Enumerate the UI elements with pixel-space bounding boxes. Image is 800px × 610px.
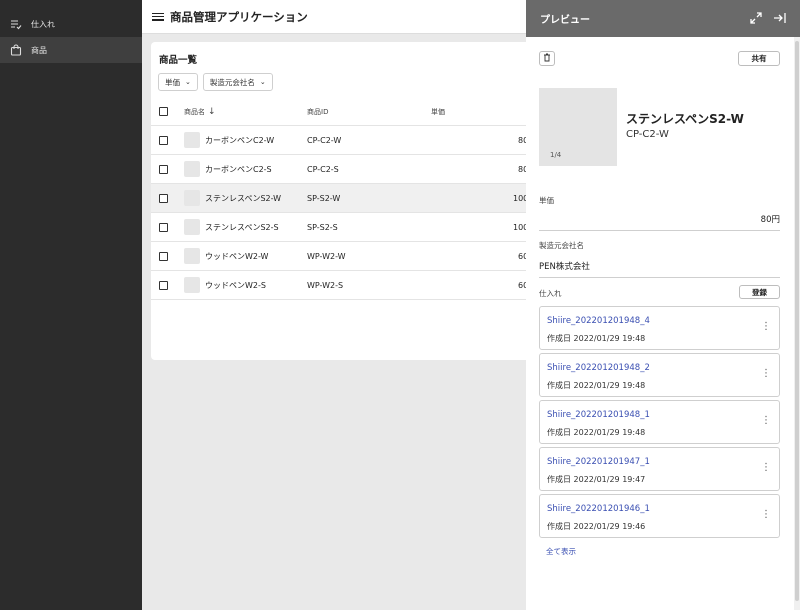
shiire-link[interactable]: Shiire_202201201948_1 (547, 410, 650, 420)
table-row[interactable]: ステンレスペンS2-S SP-S2-S 100 (151, 213, 531, 242)
preview-title: プレビュー (540, 15, 590, 26)
card-title: 商品一覧 (159, 55, 198, 66)
shiire-label: 仕入れ (539, 289, 562, 298)
sidebar: 仕入れ 商品 (0, 0, 142, 610)
shiire-card[interactable]: Shiire_202201201948_4 作成日 2022/01/29 19:… (539, 306, 780, 350)
shiire-link[interactable]: Shiire_202201201948_2 (547, 363, 650, 373)
row-checkbox[interactable] (159, 222, 168, 232)
row-checkbox[interactable] (159, 135, 168, 145)
row-checkbox[interactable] (159, 280, 168, 290)
shiire-date: 作成日 2022/01/29 19:46 (547, 522, 646, 531)
product-thumbnail (184, 132, 200, 148)
more-vert-icon[interactable]: ⋮ (761, 509, 771, 520)
product-code: CP-C2-W (626, 129, 669, 140)
hamburger-menu-icon[interactable] (152, 11, 164, 23)
row-checkbox[interactable] (159, 164, 168, 174)
preview-scrollbar[interactable] (794, 37, 800, 610)
shiire-link[interactable]: Shiire_202201201948_4 (547, 316, 650, 326)
trash-icon (543, 53, 551, 64)
column-header-id[interactable]: 商品ID (307, 107, 328, 117)
shiire-link[interactable]: Shiire_202201201946_1 (547, 504, 650, 514)
shiire-link[interactable]: Shiire_202201201947_1 (547, 457, 650, 467)
close-panel-icon[interactable] (773, 11, 787, 25)
maker-value: PEN株式会社 (539, 260, 780, 278)
product-thumbnail (184, 277, 200, 293)
product-list-card: 商品一覧 単価 ⌄ 製造元会社名 ⌄ 商品名 ↓ 商品ID 単価 カーボンペンC… (151, 42, 531, 360)
shiire-date: 作成日 2022/01/29 19:47 (547, 475, 646, 484)
more-vert-icon[interactable]: ⋮ (761, 368, 771, 379)
shopping-bag-icon (9, 43, 23, 57)
preview-panel: プレビュー 共有 1/4 ステンレスペンS2-W CP-C2-W 単価 80円 … (526, 0, 800, 610)
image-counter: 1/4 (550, 151, 562, 159)
app-header: 商品管理アプリケーション (142, 0, 526, 34)
product-thumbnail (184, 219, 200, 235)
more-vert-icon[interactable]: ⋮ (761, 462, 771, 473)
sidebar-item-label: 仕入れ (31, 19, 55, 29)
preview-header: プレビュー (526, 0, 800, 37)
shiire-card[interactable]: Shiire_202201201948_1 作成日 2022/01/29 19:… (539, 400, 780, 444)
shiire-card[interactable]: Shiire_202201201948_2 作成日 2022/01/29 19:… (539, 353, 780, 397)
share-button[interactable]: 共有 (738, 51, 780, 66)
sort-arrow-down-icon: ↓ (208, 106, 216, 117)
list-check-icon (9, 17, 23, 31)
app-title: 商品管理アプリケーション (170, 9, 308, 24)
show-all-link[interactable]: 全て表示 (546, 546, 576, 557)
price-value: 80円 (539, 213, 780, 231)
column-header-name[interactable]: 商品名 ↓ (184, 107, 216, 117)
select-all-checkbox[interactable] (159, 107, 168, 116)
shiire-date: 作成日 2022/01/29 19:48 (547, 428, 646, 437)
column-header-price[interactable]: 単価 (431, 107, 445, 117)
more-vert-icon[interactable]: ⋮ (761, 415, 771, 426)
chevron-down-icon: ⌄ (259, 78, 266, 86)
filter-maker[interactable]: 製造元会社名 ⌄ (202, 73, 273, 91)
shiire-card[interactable]: Shiire_202201201947_1 作成日 2022/01/29 19:… (539, 447, 780, 491)
shiire-date: 作成日 2022/01/29 19:48 (547, 334, 646, 343)
maker-label: 製造元会社名 (539, 241, 584, 250)
product-thumbnail (184, 161, 200, 177)
register-button[interactable]: 登録 (739, 285, 780, 299)
product-name: ステンレスペンS2-W (626, 112, 744, 126)
more-vert-icon[interactable]: ⋮ (761, 321, 771, 332)
row-checkbox[interactable] (159, 193, 168, 203)
expand-icon[interactable] (749, 11, 763, 25)
filter-price[interactable]: 単価 ⌄ (158, 73, 198, 91)
delete-button[interactable] (539, 51, 555, 66)
product-thumbnail (184, 248, 200, 264)
price-label: 単価 (539, 196, 554, 205)
shiire-date: 作成日 2022/01/29 19:48 (547, 381, 646, 390)
filter-bar: 単価 ⌄ 製造元会社名 ⌄ (158, 73, 273, 91)
chevron-down-icon: ⌄ (185, 78, 191, 86)
table-row[interactable]: ウッドペンW2-W WP-W2-W 60 (151, 242, 531, 271)
table-row[interactable]: カーボンペンC2-S CP-C2-S 80 (151, 155, 531, 184)
row-checkbox[interactable] (159, 251, 168, 261)
table-row-selected[interactable]: ステンレスペンS2-W SP-S2-W 100 (151, 184, 531, 213)
sidebar-item-products[interactable]: 商品 (0, 37, 142, 63)
sidebar-item-label: 商品 (31, 45, 47, 55)
table-row[interactable]: ウッドペンW2-S WP-W2-S 60 (151, 271, 531, 300)
product-thumbnail (184, 190, 200, 206)
product-table: 商品名 ↓ 商品ID 単価 カーボンペンC2-W CP-C2-W 80 カーボン… (151, 98, 531, 300)
table-row[interactable]: カーボンペンC2-W CP-C2-W 80 (151, 126, 531, 155)
product-image[interactable]: 1/4 (539, 88, 617, 166)
table-header: 商品名 ↓ 商品ID 単価 (151, 98, 531, 126)
sidebar-item-shiire[interactable]: 仕入れ (0, 11, 142, 37)
shiire-card[interactable]: Shiire_202201201946_1 作成日 2022/01/29 19:… (539, 494, 780, 538)
